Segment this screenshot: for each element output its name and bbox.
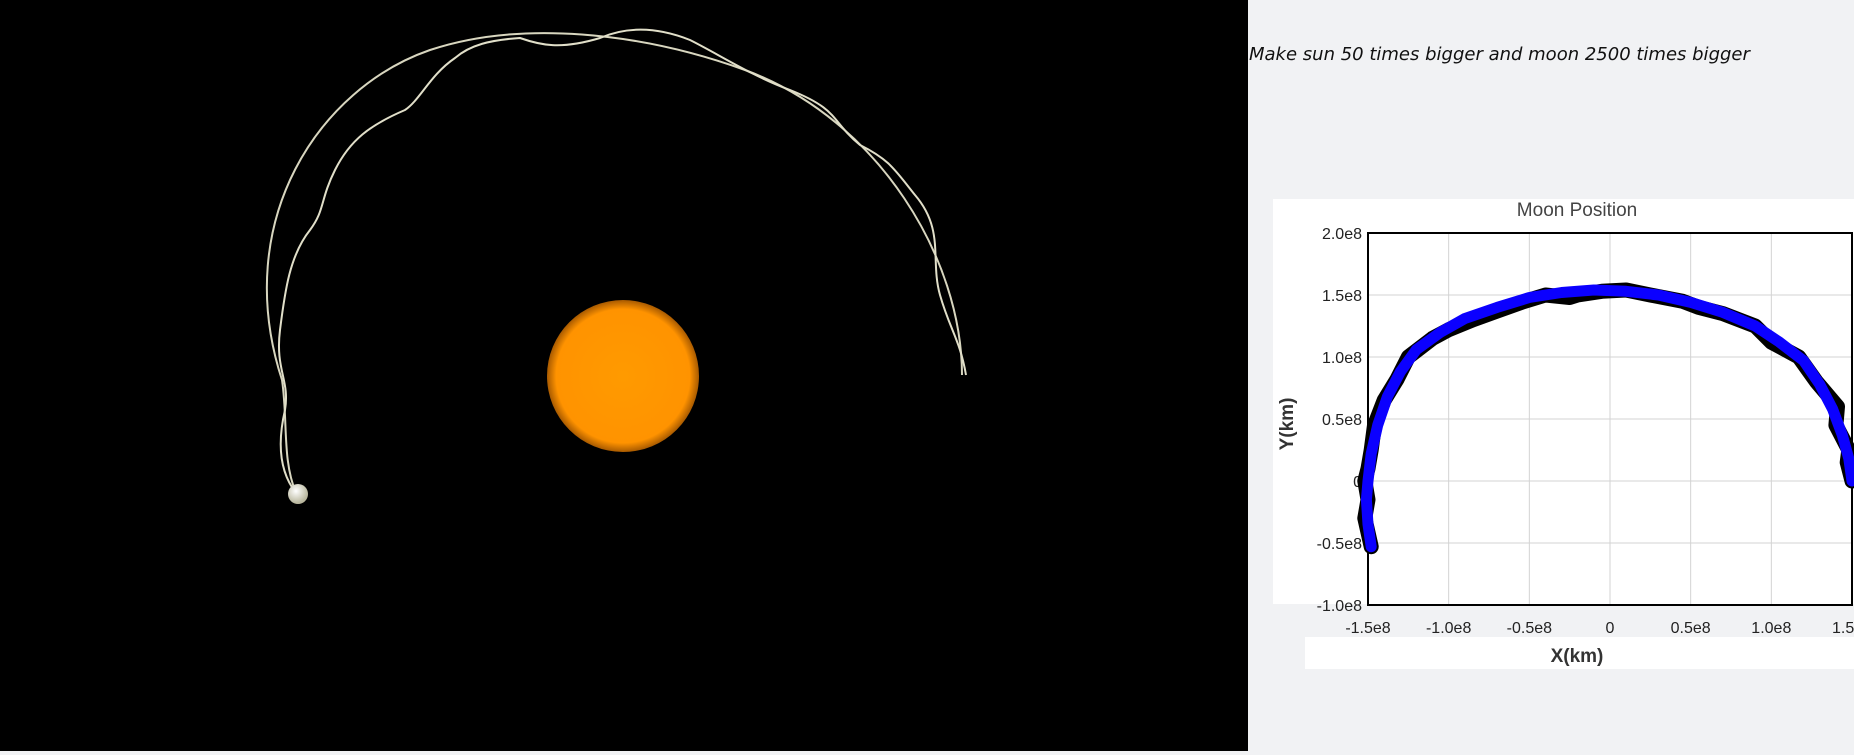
data-point bbox=[1843, 453, 1854, 464]
data-point bbox=[1653, 290, 1664, 300]
data-point bbox=[1685, 297, 1696, 308]
chart-title: Moon Position bbox=[1517, 200, 1637, 221]
data-point bbox=[1798, 355, 1809, 366]
data-point bbox=[1621, 286, 1632, 297]
moon-position-chart[interactable]: Moon Position -1.5e8 -1.0e8 -0.5e8 0 0.5e8 1.… bbox=[1273, 195, 1854, 675]
data-point bbox=[1492, 302, 1503, 313]
data-point bbox=[1588, 285, 1599, 295]
data-point bbox=[1366, 541, 1377, 552]
moon bbox=[288, 484, 308, 504]
x-tick-label: 0.5e8 bbox=[1671, 620, 1711, 637]
data-point bbox=[1372, 420, 1383, 431]
x-tick-label: -1.0e8 bbox=[1426, 620, 1471, 637]
y-axis-label: Y(km) bbox=[1277, 398, 1298, 451]
data-point bbox=[1524, 292, 1535, 303]
y-tick-label: 0.5e8 bbox=[1322, 412, 1362, 429]
x-tick-label: -1.5e8 bbox=[1345, 620, 1390, 637]
x-tick-labels: -1.5e8 -1.0e8 -0.5e8 0 0.5e8 1.0e8 1.5e8 bbox=[1345, 620, 1854, 637]
x-tick-label: 0 bbox=[1606, 620, 1615, 637]
x-axis-label: X(km) bbox=[1551, 646, 1604, 667]
data-point bbox=[1382, 391, 1393, 402]
data-point bbox=[1774, 337, 1785, 348]
data-point bbox=[1363, 476, 1373, 486]
data-point bbox=[1395, 366, 1406, 377]
data-point bbox=[1361, 494, 1372, 505]
data-point bbox=[1366, 448, 1377, 459]
orbit-scene bbox=[265, 28, 967, 504]
data-point bbox=[1435, 327, 1446, 338]
x-tick-label: 1.5e8 bbox=[1832, 620, 1854, 637]
caption-text: Make sun 50 times bigger and moon 2500 t… bbox=[1249, 44, 1750, 65]
y-tick-label: -1.0e8 bbox=[1317, 598, 1362, 615]
x-tick-label: -0.5e8 bbox=[1507, 620, 1552, 637]
data-series bbox=[1357, 282, 1854, 555]
data-point bbox=[1717, 307, 1728, 318]
data-point bbox=[1827, 404, 1838, 415]
data-point bbox=[1363, 519, 1373, 530]
data-point bbox=[1814, 379, 1825, 390]
data-point bbox=[1556, 287, 1567, 298]
x-tick-label: 1.0e8 bbox=[1751, 620, 1791, 637]
y-tick-labels: -1.0e8-0.5e800.5e81.0e81.5e82.0e8 bbox=[1317, 226, 1362, 615]
sun bbox=[547, 300, 699, 452]
y-tick-label: 1.0e8 bbox=[1322, 350, 1362, 367]
y-tick-label: -0.5e8 bbox=[1317, 536, 1362, 553]
data-point bbox=[1750, 321, 1761, 331]
data-point bbox=[1837, 430, 1848, 441]
y-tick-label: 1.5e8 bbox=[1322, 288, 1362, 305]
data-point bbox=[1459, 313, 1470, 324]
data-point bbox=[1411, 344, 1422, 355]
y-tick-label: 2.0e8 bbox=[1322, 226, 1362, 243]
3d-viewport[interactable] bbox=[0, 0, 1248, 751]
